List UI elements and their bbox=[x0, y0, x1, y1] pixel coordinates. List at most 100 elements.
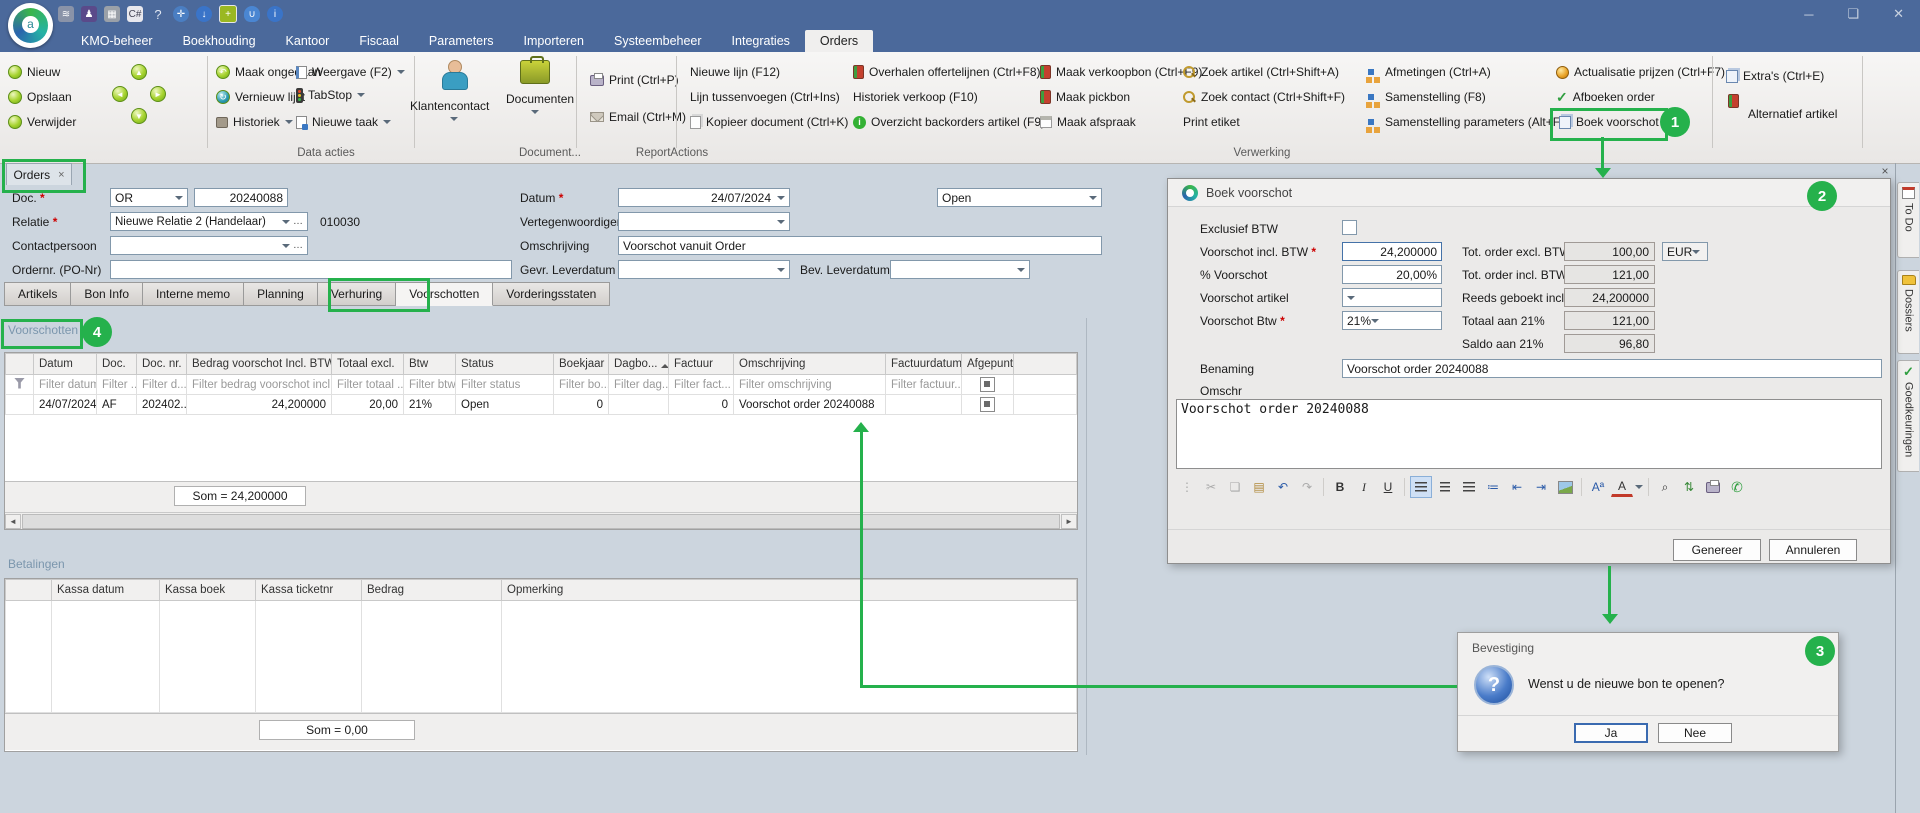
bullet-list-icon[interactable]: ≔ bbox=[1482, 476, 1504, 498]
overzicht-backorders-button[interactable]: iOverzicht backorders artikel (F9) bbox=[853, 112, 1045, 132]
calculator-icon[interactable]: ▦ bbox=[104, 6, 120, 22]
cell-dagboek[interactable] bbox=[609, 395, 669, 415]
maak-verkoopbon-button[interactable]: Maak verkoopbon (Ctrl+F9) bbox=[1040, 62, 1202, 82]
restore-button[interactable]: ❏ bbox=[1847, 6, 1859, 22]
new-button[interactable]: Nieuw bbox=[8, 62, 60, 82]
filter-cell[interactable]: Filter datum bbox=[34, 375, 97, 395]
print-icon[interactable] bbox=[1702, 476, 1724, 498]
cell-docnr[interactable]: 202402... bbox=[137, 395, 187, 415]
cell-doc[interactable]: AF bbox=[97, 395, 137, 415]
font-color-icon[interactable]: A bbox=[1611, 478, 1633, 497]
nav-up-icon[interactable]: ▲ bbox=[131, 64, 147, 80]
filter-cell[interactable]: Filter bedrag voorschot incl ... bbox=[187, 375, 332, 395]
align-right-icon[interactable] bbox=[1458, 476, 1480, 498]
kopieer-document-button[interactable]: Kopieer document (Ctrl+K) bbox=[690, 112, 848, 132]
tab-kmo-beheer[interactable]: KMO-beheer bbox=[66, 30, 168, 52]
exclusief-btw-checkbox[interactable] bbox=[1342, 220, 1357, 235]
filter-cell[interactable]: Filter d... bbox=[137, 375, 187, 395]
column-header[interactable]: Bedrag bbox=[362, 580, 502, 601]
documents-button[interactable]: Documenten bbox=[506, 60, 564, 121]
pin-icon[interactable]: ✛ bbox=[173, 6, 189, 22]
download-icon[interactable]: ↓ bbox=[196, 6, 212, 22]
tab-kantoor[interactable]: Kantoor bbox=[271, 30, 345, 52]
benaming-input[interactable]: Voorschot order 20240088 bbox=[1342, 359, 1882, 378]
column-header[interactable]: Bedrag voorschot Incl. BTW bbox=[187, 354, 332, 375]
lijn-tussenvoegen-button[interactable]: Lijn tussenvoegen (Ctrl+Ins) bbox=[690, 87, 840, 107]
tab-parameters[interactable]: Parameters bbox=[414, 30, 509, 52]
chevron-down-icon[interactable] bbox=[1635, 485, 1643, 493]
zoek-artikel-button[interactable]: Zoek artikel (Ctrl+Shift+A) bbox=[1183, 62, 1339, 82]
tab-artikels[interactable]: Artikels bbox=[4, 282, 71, 306]
annuleren-button[interactable]: Annuleren bbox=[1769, 539, 1857, 561]
currency-select[interactable]: EUR bbox=[1662, 242, 1708, 261]
bell-icon[interactable]: ∪ bbox=[244, 6, 260, 22]
filter-checkbox-cell[interactable] bbox=[962, 375, 1014, 395]
minimize-button[interactable]: ─ bbox=[1804, 7, 1813, 22]
delete-button[interactable]: Verwijder bbox=[8, 112, 76, 132]
bold-icon[interactable]: B bbox=[1329, 476, 1351, 498]
doc-type-select[interactable]: OR bbox=[110, 188, 188, 207]
relatie-select[interactable]: Nieuwe Relatie 2 (Handelaar)… bbox=[110, 212, 308, 231]
ordernr-field[interactable] bbox=[110, 260, 512, 279]
underline-icon[interactable]: U bbox=[1377, 476, 1399, 498]
row-selector-header[interactable] bbox=[6, 580, 52, 601]
tab-importeren[interactable]: Importeren bbox=[509, 30, 599, 52]
filter-cell[interactable]: Filter omschrijving bbox=[734, 375, 886, 395]
column-header[interactable]: Afgepunt bbox=[962, 354, 1014, 375]
tab-bon-info[interactable]: Bon Info bbox=[71, 282, 143, 306]
sidebar-tab-todo[interactable]: To Do bbox=[1897, 182, 1919, 258]
filter-cell[interactable]: Filter factuur... bbox=[886, 375, 962, 395]
status-select[interactable]: Open bbox=[937, 188, 1102, 207]
close-icon[interactable]: × bbox=[1878, 164, 1892, 178]
tabstop-button[interactable]: TabStop bbox=[296, 85, 365, 105]
tab-systeembeheer[interactable]: Systeembeheer bbox=[599, 30, 717, 52]
cell-factuurdatum[interactable] bbox=[886, 395, 962, 415]
tab-fiscaal[interactable]: Fiscaal bbox=[344, 30, 414, 52]
contactpersoon-select[interactable]: … bbox=[110, 236, 308, 255]
info-icon[interactable]: i bbox=[267, 6, 283, 22]
tab-orders[interactable]: Orders bbox=[805, 30, 873, 52]
cell-omschrijving[interactable]: Voorschot order 20240088 bbox=[734, 395, 886, 415]
scroll-left-icon[interactable]: ◄ bbox=[5, 514, 21, 529]
zoek-contact-button[interactable]: Zoek contact (Ctrl+Shift+F) bbox=[1183, 87, 1345, 107]
scrollbar-thumb[interactable] bbox=[22, 514, 1060, 529]
cell-bedrag[interactable]: 24,200000 bbox=[187, 395, 332, 415]
horizontal-scrollbar[interactable]: ◄ ► bbox=[5, 512, 1077, 529]
tab-integraties[interactable]: Integraties bbox=[717, 30, 805, 52]
refresh-list-button[interactable]: ↻Vernieuw lijst bbox=[216, 87, 305, 107]
font-size-icon[interactable]: Aª bbox=[1587, 476, 1609, 498]
indent-icon[interactable]: ⇥ bbox=[1530, 476, 1552, 498]
replace-icon[interactable]: ⇅ bbox=[1678, 476, 1700, 498]
save-button[interactable]: Opslaan bbox=[8, 87, 72, 107]
italic-icon[interactable]: I bbox=[1353, 476, 1375, 498]
tab-boekhouding[interactable]: Boekhouding bbox=[168, 30, 271, 52]
column-header[interactable]: Omschrijving bbox=[734, 354, 886, 375]
column-header[interactable]: Status bbox=[456, 354, 554, 375]
gevr-leverdatum-select[interactable] bbox=[618, 260, 790, 279]
insert-image-icon[interactable] bbox=[1554, 476, 1576, 498]
copy-icon[interactable]: ❏ bbox=[1224, 476, 1246, 498]
phone-icon[interactable]: ✆ bbox=[1726, 476, 1748, 498]
filter-cell[interactable]: Filter status bbox=[456, 375, 554, 395]
omschr-textarea[interactable]: Voorschot order 20240088 bbox=[1176, 399, 1882, 469]
samenstelling-parameters-button[interactable]: Samenstelling parameters (Alt+F8) bbox=[1368, 112, 1571, 132]
add-module-icon[interactable]: + bbox=[219, 5, 237, 23]
column-header[interactable]: Btw bbox=[404, 354, 456, 375]
column-header[interactable]: Opmerking bbox=[502, 580, 1077, 601]
column-header[interactable]: Kassa datum bbox=[52, 580, 160, 601]
code-chat-icon[interactable]: C# bbox=[127, 6, 143, 22]
team-icon[interactable]: ≋ bbox=[58, 6, 74, 22]
align-left-icon[interactable] bbox=[1410, 476, 1432, 498]
nav-down-icon[interactable]: ▼ bbox=[131, 108, 147, 124]
undo-icon[interactable]: ↶ bbox=[1272, 476, 1294, 498]
sidebar-tab-goedkeuringen[interactable]: ✓ Goedkeuringen bbox=[1897, 360, 1919, 472]
extras-button[interactable]: Extra's (Ctrl+E) bbox=[1726, 66, 1824, 86]
genereer-button[interactable]: Genereer bbox=[1673, 539, 1761, 561]
column-header[interactable]: Factuur bbox=[669, 354, 734, 375]
doc-number-field[interactable]: 20240088 bbox=[194, 188, 288, 207]
help-icon[interactable]: ? bbox=[150, 6, 166, 22]
table-row[interactable]: 24/07/2024 AF 202402... 24,200000 20,00 … bbox=[6, 395, 1077, 415]
maak-pickbon-button[interactable]: Maak pickbon bbox=[1040, 87, 1130, 107]
history-button[interactable]: Historiek bbox=[216, 112, 293, 132]
bev-leverdatum-select[interactable] bbox=[890, 260, 1030, 279]
